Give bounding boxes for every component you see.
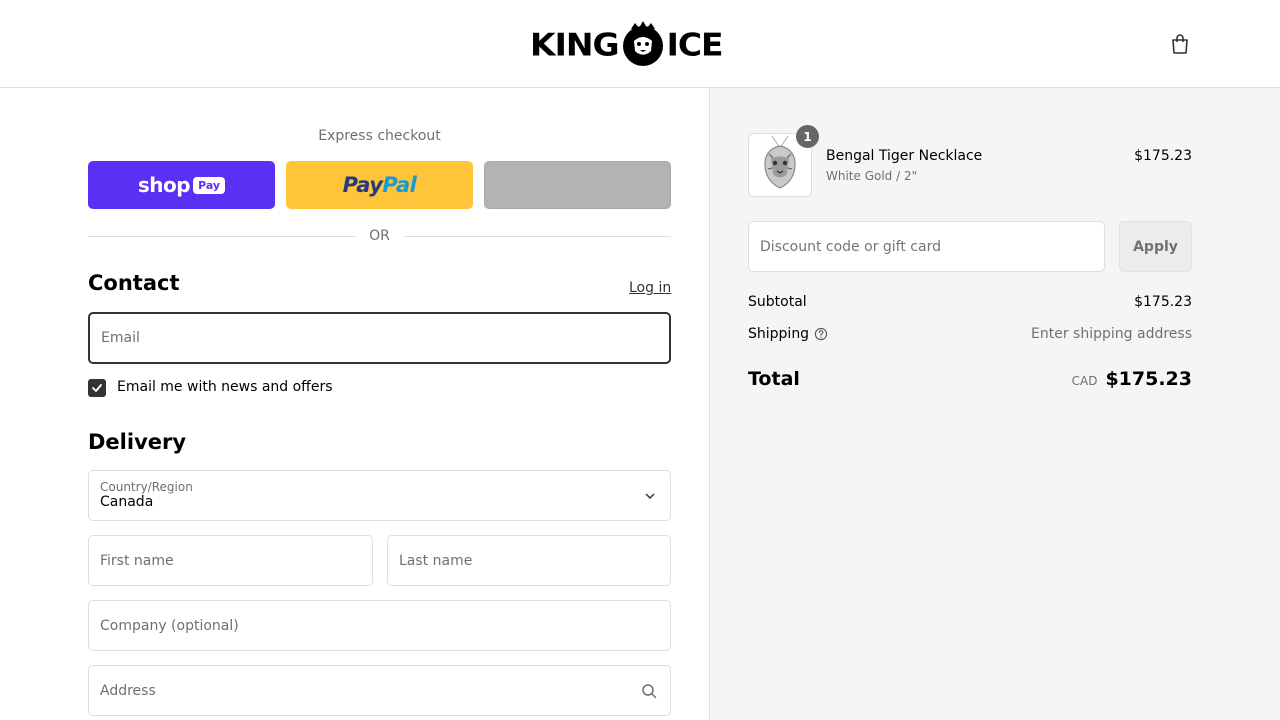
shipping-value: Enter shipping address xyxy=(1031,326,1192,342)
discount-input[interactable] xyxy=(749,222,1104,271)
lion-logo-icon xyxy=(622,21,663,66)
logo-text-right: ICE xyxy=(666,25,724,63)
header: KING ICE xyxy=(0,0,1280,88)
shop-pay-wordmark: shop xyxy=(137,173,191,197)
google-pay-button[interactable] xyxy=(484,161,671,209)
login-link[interactable]: Log in xyxy=(629,280,671,296)
address-field-wrapper xyxy=(88,665,671,716)
or-text: OR xyxy=(369,228,390,244)
shopping-bag-icon[interactable] xyxy=(1168,32,1192,56)
logo-text-left: KING xyxy=(530,25,620,63)
email-input[interactable] xyxy=(90,314,669,362)
subtotal-label: Subtotal xyxy=(748,294,807,310)
or-divider: OR xyxy=(88,226,671,246)
last-name-field-wrapper xyxy=(387,535,671,586)
contact-title: Contact xyxy=(88,271,180,295)
paypal-button[interactable]: PayPal xyxy=(286,161,473,209)
express-checkout-title: Express checkout xyxy=(318,128,441,144)
total-value: $175.23 xyxy=(1105,368,1192,390)
product-price: $175.23 xyxy=(1134,148,1192,164)
subtotal-row: Subtotal $175.23 xyxy=(748,294,1192,310)
subtotal-value: $175.23 xyxy=(1134,294,1192,310)
search-icon xyxy=(642,684,657,699)
shipping-label: Shipping xyxy=(748,326,810,342)
checkout-form: Express checkout shop Pay PayPal OR Cont… xyxy=(0,88,710,720)
total-currency: CAD xyxy=(1071,374,1098,388)
newsletter-label: Email me with news and offers xyxy=(117,379,333,395)
country-select[interactable]: Country/Region Canada xyxy=(88,470,671,521)
shipping-row: Shipping Enter shipping address xyxy=(748,326,1192,342)
king-ice-logo[interactable]: KING ICE xyxy=(530,20,750,68)
first-name-input[interactable] xyxy=(89,536,372,585)
shop-pay-badge: Pay xyxy=(193,176,226,194)
quantity-badge: 1 xyxy=(796,125,819,148)
company-input[interactable] xyxy=(89,601,670,650)
total-row: Total CAD $175.23 xyxy=(748,368,1192,390)
delivery-title: Delivery xyxy=(88,430,187,454)
company-field-wrapper xyxy=(88,600,671,651)
help-icon[interactable] xyxy=(814,327,828,341)
checkmark-icon xyxy=(92,384,102,392)
total-label: Total xyxy=(748,368,800,390)
paypal-wordmark: PayPal xyxy=(342,173,417,197)
address-input[interactable] xyxy=(89,666,670,715)
order-summary: 1 Bengal Tiger Necklace White Gold / 2" … xyxy=(710,88,1280,720)
first-name-field-wrapper xyxy=(88,535,373,586)
email-field-wrapper xyxy=(88,312,671,364)
newsletter-checkbox[interactable] xyxy=(88,379,106,397)
last-name-input[interactable] xyxy=(388,536,670,585)
country-label: Country/Region xyxy=(100,480,193,494)
discount-field-wrapper xyxy=(748,221,1105,272)
product-variant: White Gold / 2" xyxy=(826,169,918,183)
product-name: Bengal Tiger Necklace xyxy=(826,148,983,164)
country-value: Canada xyxy=(100,494,154,510)
apply-button[interactable]: Apply xyxy=(1119,221,1192,272)
shop-pay-button[interactable]: shop Pay xyxy=(88,161,275,209)
chevron-down-icon xyxy=(645,493,655,500)
